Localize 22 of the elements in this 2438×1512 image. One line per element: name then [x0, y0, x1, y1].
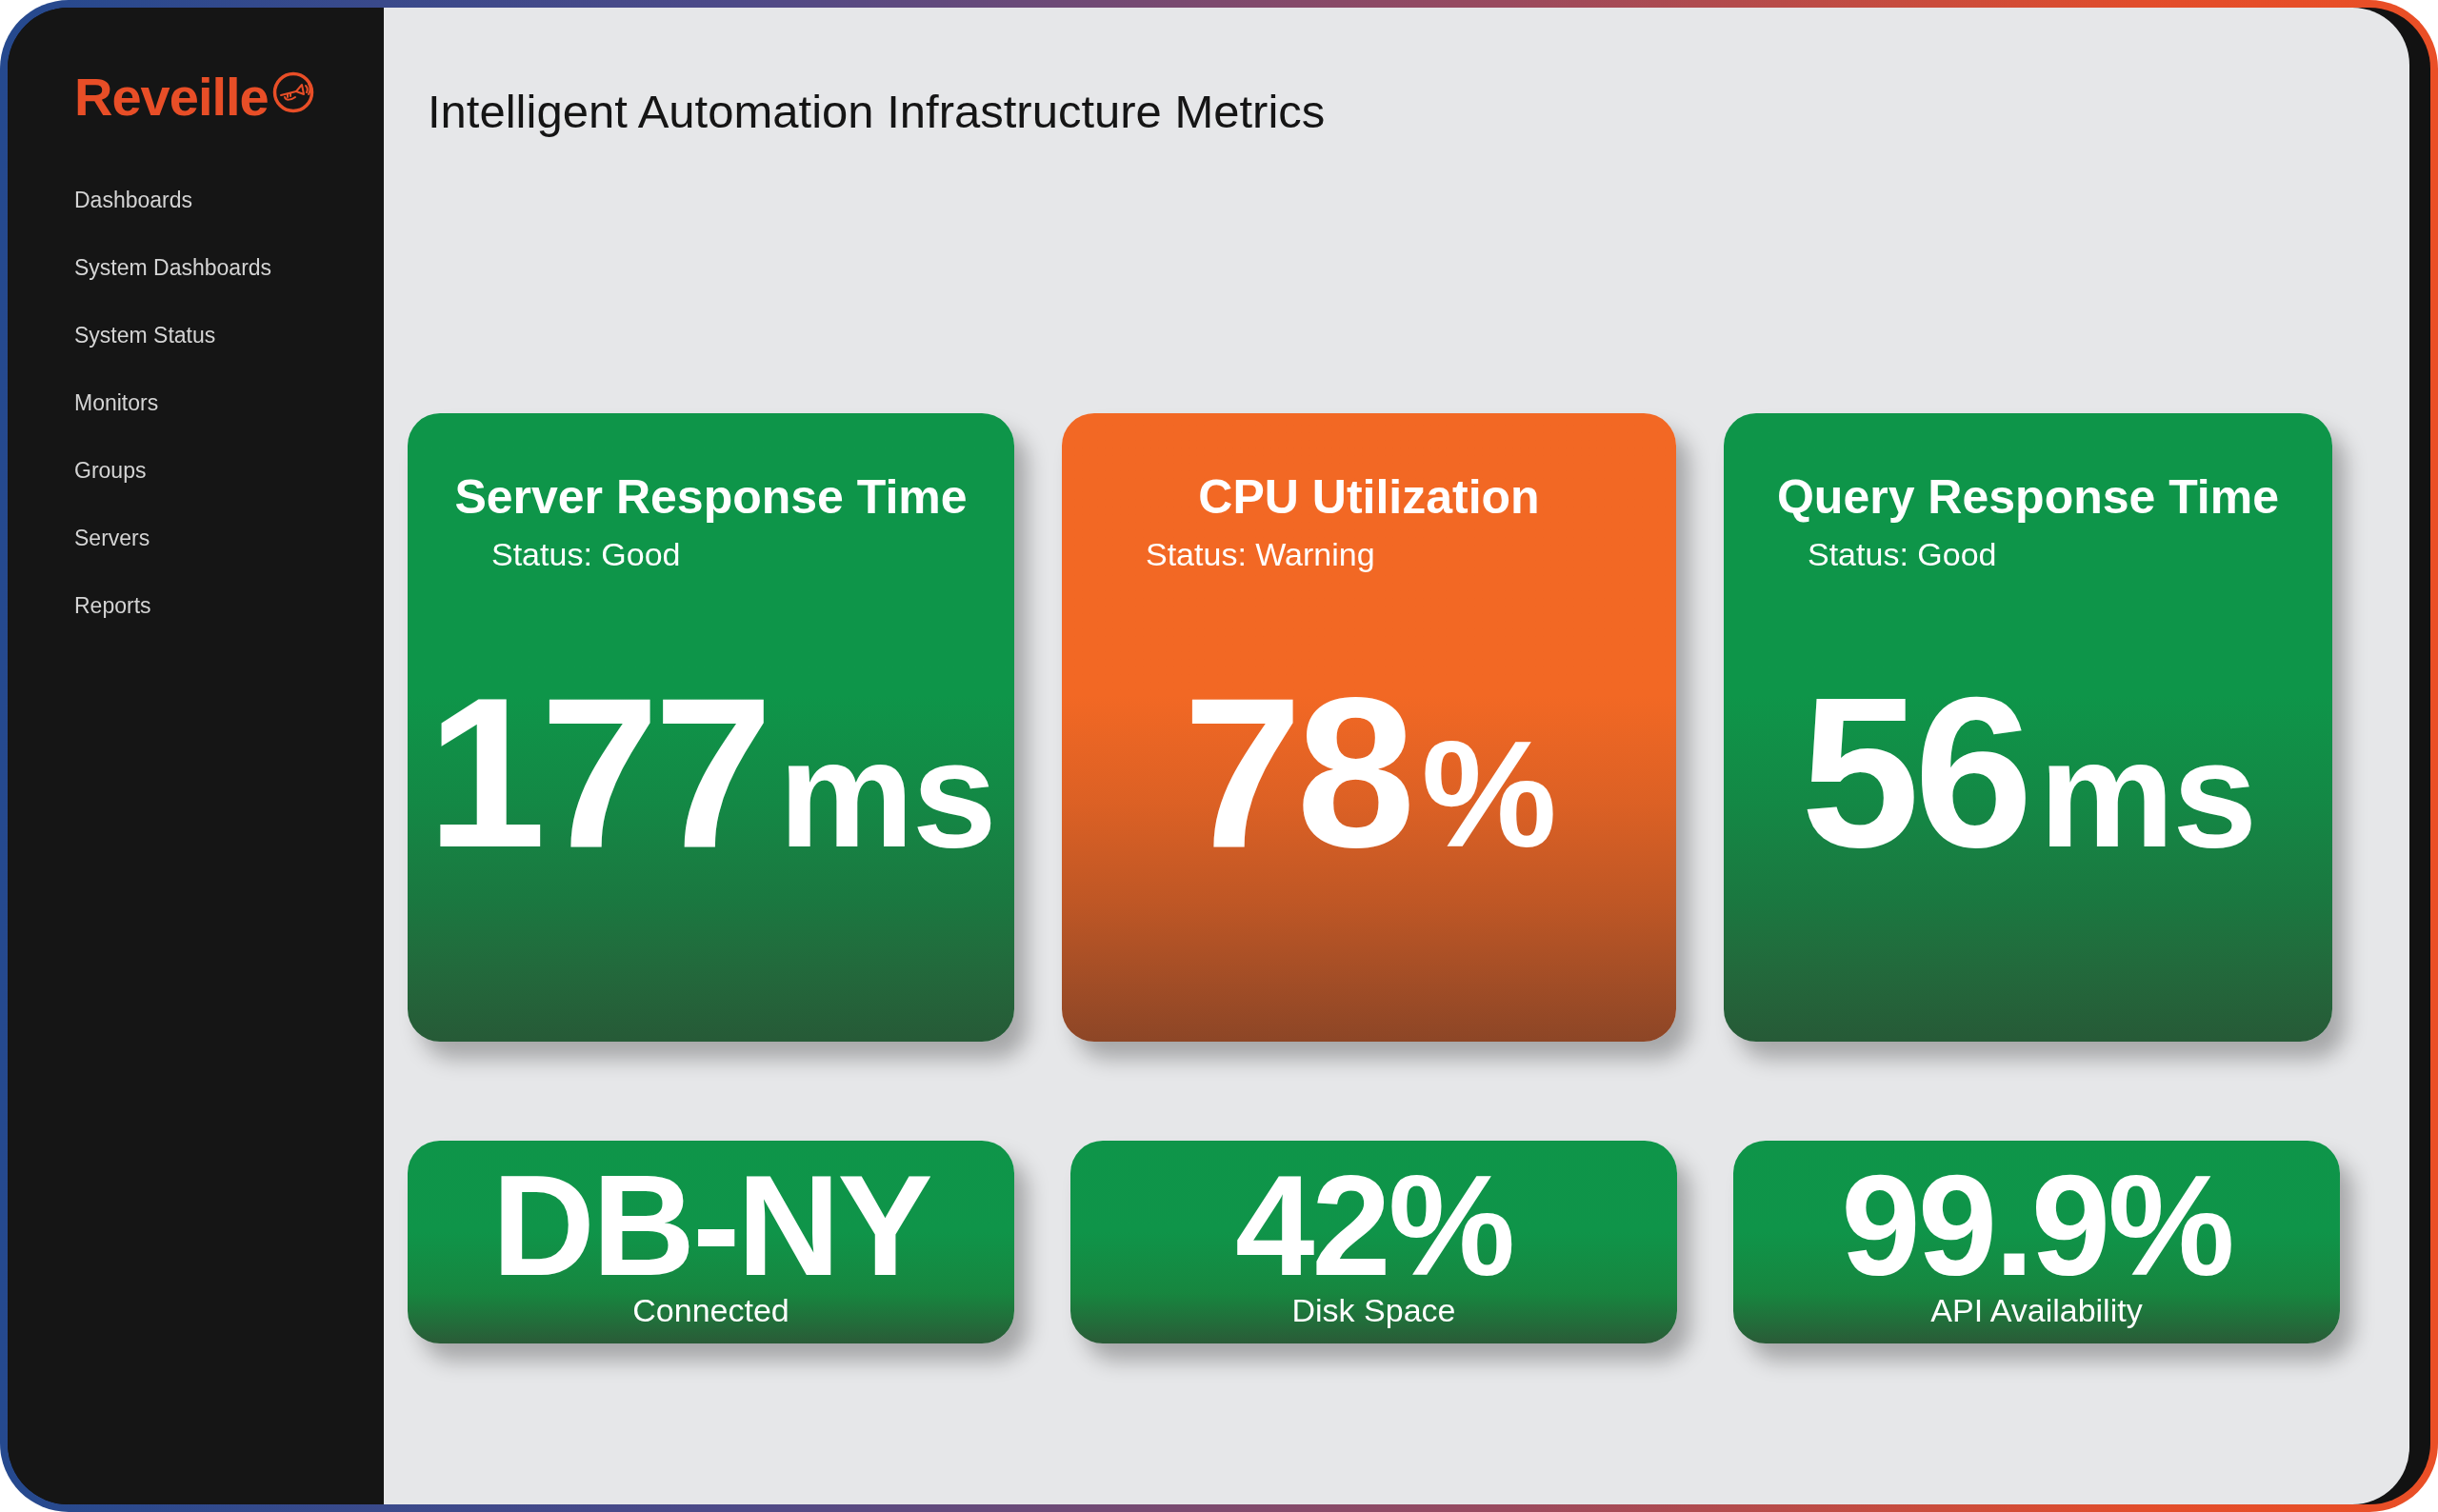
status-text: Status: Good [491, 535, 681, 574]
card-title: Server Response Time [454, 469, 968, 526]
nav-item[interactable]: System Status [74, 302, 216, 369]
metric-value: 78 [1183, 666, 1410, 880]
logo-wordmark: Reveille [74, 70, 269, 124]
trumpet-icon [271, 71, 314, 113]
metric-unit: ms [778, 718, 995, 870]
status-text: Status: Warning [1146, 535, 1375, 574]
metric-value: 177 [427, 666, 768, 880]
nav-item[interactable]: Servers [74, 505, 150, 572]
card-title: CPU Utilization [1198, 469, 1540, 526]
status-text: Status: Good [1808, 535, 1997, 574]
page-title: Intelligent Automation Infrastructure Metrics [428, 85, 1326, 139]
card-title: Query Response Time [1776, 469, 2280, 526]
nav-item[interactable]: System Dashboards [74, 234, 272, 302]
nav-item[interactable]: Reports [74, 572, 151, 640]
metric-unit: ms [2039, 718, 2256, 870]
metric-unit: % [1421, 718, 1555, 870]
metric-value: 56 [1800, 666, 2028, 880]
nav-item[interactable]: Groups [74, 437, 147, 505]
nav-item[interactable]: Dashboards [74, 167, 193, 234]
nav-item[interactable]: Monitors [74, 369, 159, 437]
